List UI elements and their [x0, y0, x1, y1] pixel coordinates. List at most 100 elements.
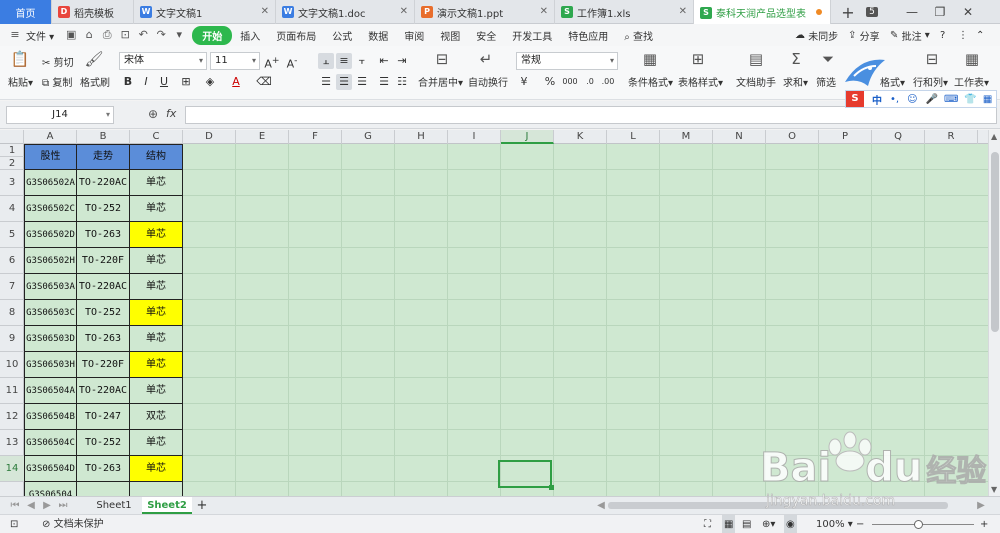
protection-status[interactable]: ⊘ 文档未保护 [42, 515, 104, 533]
column-header-n[interactable]: N [713, 130, 766, 144]
row-header[interactable]: 7 [0, 274, 24, 300]
table-cell-b[interactable]: TO-247 [77, 404, 130, 430]
toolbox-icon[interactable]: ▦ [983, 94, 992, 105]
scroll-right-icon[interactable]: ▶ [976, 497, 986, 514]
shrink-font-icon[interactable]: A- [284, 53, 300, 71]
tab-doc1-doc[interactable]: W 文字文稿1.doc ✕ [276, 0, 415, 24]
table-cell-b[interactable]: TO-220F [77, 248, 130, 274]
tab-ppt[interactable]: P 演示文稿1.ppt ✕ [415, 0, 555, 24]
table-cell-b[interactable]: TO-263 [77, 222, 130, 248]
microphone-icon[interactable]: 🎤 [926, 94, 938, 105]
scroll-up-icon[interactable]: ▲ [991, 132, 997, 141]
justify-icon[interactable]: ☰ [376, 74, 392, 90]
column-header-c[interactable]: C [130, 130, 183, 144]
table-cell-c[interactable]: 单芯 [130, 248, 183, 274]
menu-home[interactable]: 开始 [192, 25, 233, 45]
cut-button[interactable]: ✂ 剪切 [42, 54, 74, 69]
undo-icon[interactable]: ↶ [136, 28, 150, 42]
column-header-m[interactable]: M [660, 130, 713, 144]
table-cell-c[interactable]: 单芯 [130, 430, 183, 456]
scroll-down-icon[interactable]: ▼ [991, 485, 997, 494]
percent-icon[interactable]: % [542, 74, 558, 90]
row-header[interactable]: 2 [0, 157, 24, 170]
row-header[interactable] [0, 482, 24, 496]
font-family-select[interactable]: 宋体 ▾ [119, 52, 207, 70]
thousands-icon[interactable]: 000 [562, 74, 578, 90]
macro-icon[interactable]: ⊡ [10, 515, 18, 533]
sum-button[interactable]: 求和▾ [783, 74, 808, 89]
row-header[interactable]: 3 [0, 170, 24, 196]
print-icon[interactable]: ⎙ [100, 28, 114, 42]
menu-formulas[interactable]: 公式 [324, 28, 360, 43]
horizontal-scroll-thumb[interactable] [608, 502, 948, 509]
row-header[interactable]: 5 [0, 222, 24, 248]
menu-security[interactable]: 安全 [468, 28, 504, 43]
conditional-format-button[interactable]: 条件格式▾ [628, 74, 673, 89]
row-header[interactable]: 14 [0, 456, 24, 482]
column-header-a[interactable]: A [24, 130, 77, 144]
sheet-tab-sheet2[interactable]: Sheet2 [142, 497, 192, 514]
fill-color-icon[interactable]: ◈ [202, 74, 218, 90]
column-header-g[interactable]: G [342, 130, 395, 144]
underline-icon[interactable]: U [156, 74, 172, 90]
row-col-button[interactable]: 行和列▾ [913, 74, 948, 89]
row-col-icon[interactable]: ⊟ [922, 50, 942, 68]
column-header-r[interactable]: R [925, 130, 978, 144]
merge-center-button[interactable]: 合并居中▾ [418, 74, 463, 89]
column-header-i[interactable]: I [448, 130, 501, 144]
table-header-cell[interactable]: 股性 [24, 144, 77, 170]
punctuation-icon[interactable]: •, [890, 94, 899, 105]
table-cell-b[interactable]: TO-220AC [77, 378, 130, 404]
close-icon[interactable]: ✕ [400, 6, 408, 17]
table-style-button[interactable]: 表格样式▾ [678, 74, 723, 89]
table-cell-a[interactable]: G3S06504A [24, 378, 77, 404]
merge-cells-icon[interactable]: ⊟ [432, 50, 452, 68]
sync-button[interactable]: ☁ 未同步 [795, 24, 838, 46]
grow-font-icon[interactable]: A+ [264, 53, 280, 71]
row-header[interactable]: 10 [0, 352, 24, 378]
align-middle-icon[interactable]: ≡ [336, 53, 352, 69]
column-header-k[interactable]: K [554, 130, 607, 144]
table-cell-a[interactable]: G3S06502D [24, 222, 77, 248]
more-icon[interactable]: ▾ [172, 28, 186, 42]
table-cell-c[interactable]: 单芯 [130, 326, 183, 352]
column-header-e[interactable]: E [236, 130, 289, 144]
zoom-select[interactable]: 100% ▾ [816, 515, 853, 533]
table-header-cell[interactable]: 结构 [130, 144, 183, 170]
eye-protection-icon[interactable]: ◉ [784, 515, 797, 533]
row-header[interactable]: 6 [0, 248, 24, 274]
zoom-out-icon[interactable]: − [856, 515, 864, 533]
vertical-scroll-thumb[interactable] [991, 152, 999, 332]
options-icon[interactable]: ⋮ [958, 24, 968, 46]
menu-page-layout[interactable]: 页面布局 [268, 28, 324, 43]
indent-increase-icon[interactable]: ⇥ [394, 53, 410, 69]
close-window-icon[interactable]: ✕ [956, 0, 980, 24]
table-cell-a[interactable]: G3S06504D [24, 456, 77, 482]
spreadsheet-grid[interactable]: ABCDEFGHIJKLMNOPQR 1 2 3 4 5 6 7 8 9 10 11 12 13 14 股… [0, 130, 988, 496]
distributed-icon[interactable]: ☷ [394, 74, 410, 90]
menu-search[interactable]: ⌕ 查找 [616, 28, 661, 43]
table-cell-b[interactable]: TO-252 [77, 300, 130, 326]
column-header-f[interactable]: F [289, 130, 342, 144]
table-cell-b[interactable]: TO-220F [77, 352, 130, 378]
comment-button[interactable]: ✎ 批注 ▾ [890, 24, 930, 46]
tab-docer-templates[interactable]: D 稻壳模板 [52, 0, 134, 24]
menu-view[interactable]: 视图 [432, 28, 468, 43]
fullscreen-icon[interactable]: ⛶ [704, 515, 711, 533]
table-cell-a[interactable]: G3S06502A [24, 170, 77, 196]
table-cell-c[interactable]: 单芯 [130, 300, 183, 326]
maximize-icon[interactable]: ❐ [928, 0, 952, 24]
sheet-tab-sheet1[interactable]: Sheet1 [88, 497, 140, 514]
table-cell-c[interactable]: 单芯 [130, 170, 183, 196]
decrease-decimal-icon[interactable]: .00 [600, 74, 616, 90]
table-cell-a[interactable]: G3S06503D [24, 326, 77, 352]
column-header-d[interactable]: D [183, 130, 236, 144]
table-cell-b[interactable]: TO-252 [77, 430, 130, 456]
ime-language[interactable]: 中 [872, 92, 882, 107]
fx-icon[interactable]: fx [166, 107, 176, 120]
table-cell-a[interactable]: G3S06504C [24, 430, 77, 456]
menu-file[interactable]: 文件 ▾ [24, 28, 62, 43]
table-header-cell[interactable]: 走势 [77, 144, 130, 170]
table-cell-b[interactable]: TO-252 [77, 196, 130, 222]
assistant-mascot-icon[interactable] [840, 52, 890, 92]
